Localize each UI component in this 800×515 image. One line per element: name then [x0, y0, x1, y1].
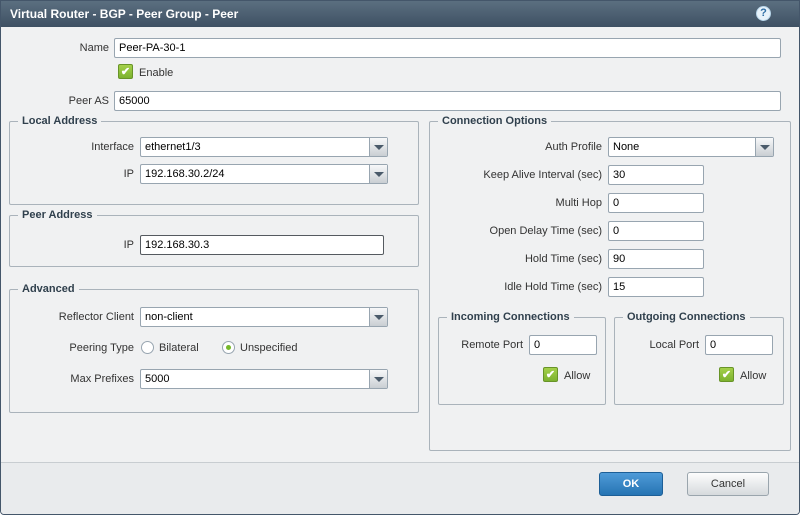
interface-label: Interface	[10, 137, 134, 157]
outgoing-connections-legend: Outgoing Connections	[623, 311, 750, 323]
chevron-down-icon[interactable]	[755, 138, 773, 156]
enable-checkbox[interactable]	[118, 64, 133, 79]
local-address-fieldset: Local Address Interface ethernet1/3 IP 1…	[9, 115, 419, 205]
peering-type-bilateral-label: Bilateral	[159, 340, 199, 356]
idle-hold-time-input[interactable]	[608, 277, 704, 297]
incoming-allow-label: Allow	[564, 368, 590, 384]
peering-type-label: Peering Type	[10, 338, 134, 358]
chevron-down-icon	[374, 172, 384, 177]
incoming-connections-legend: Incoming Connections	[447, 311, 574, 323]
keep-alive-input[interactable]	[608, 165, 704, 185]
open-delay-input[interactable]	[608, 221, 704, 241]
peer-as-input[interactable]	[114, 91, 781, 111]
local-port-input[interactable]	[705, 335, 773, 355]
hold-time-label: Hold Time (sec)	[430, 249, 602, 269]
help-icon[interactable]: ?	[756, 6, 771, 21]
local-ip-value: 192.168.30.2/24	[145, 165, 367, 183]
chevron-down-icon[interactable]	[369, 308, 387, 326]
incoming-connections-fieldset: Incoming Connections Remote Port Allow	[438, 311, 606, 405]
keep-alive-label: Keep Alive Interval (sec)	[430, 165, 602, 185]
reflector-client-dropdown[interactable]: non-client	[140, 307, 388, 327]
bgp-peer-dialog: Virtual Router - BGP - Peer Group - Peer…	[0, 0, 800, 515]
chevron-down-icon[interactable]	[369, 370, 387, 388]
multi-hop-label: Multi Hop	[430, 193, 602, 213]
chevron-down-icon	[374, 315, 384, 320]
chevron-down-icon[interactable]	[369, 165, 387, 183]
chevron-down-icon	[760, 145, 770, 150]
advanced-fieldset: Advanced Reflector Client non-client Pee…	[9, 283, 419, 413]
dialog-titlebar: Virtual Router - BGP - Peer Group - Peer…	[1, 1, 799, 27]
reflector-client-label: Reflector Client	[10, 307, 134, 327]
outgoing-allow-checkbox[interactable]	[719, 367, 734, 382]
local-ip-label: IP	[10, 164, 134, 184]
interface-dropdown[interactable]: ethernet1/3	[140, 137, 388, 157]
name-input[interactable]	[114, 38, 781, 58]
local-port-label: Local Port	[615, 335, 699, 355]
peering-type-bilateral-radio[interactable]	[141, 341, 154, 354]
interface-value: ethernet1/3	[145, 138, 367, 156]
dialog-footer: OK Cancel	[1, 462, 799, 515]
peering-type-unspecified-radio[interactable]	[222, 341, 235, 354]
open-delay-label: Open Delay Time (sec)	[430, 221, 602, 241]
auth-profile-dropdown[interactable]: None	[608, 137, 774, 157]
peer-address-fieldset: Peer Address IP	[9, 209, 419, 267]
chevron-down-icon	[374, 145, 384, 150]
max-prefixes-label: Max Prefixes	[10, 369, 134, 389]
local-ip-dropdown[interactable]: 192.168.30.2/24	[140, 164, 388, 184]
connection-options-fieldset: Connection Options Auth Profile None Kee…	[429, 115, 791, 451]
peer-ip-input[interactable]	[140, 235, 384, 255]
auth-profile-label: Auth Profile	[430, 137, 602, 157]
connection-options-legend: Connection Options	[438, 115, 551, 127]
advanced-legend: Advanced	[18, 283, 79, 295]
name-label: Name	[21, 38, 109, 58]
remote-port-label: Remote Port	[439, 335, 523, 355]
outgoing-connections-fieldset: Outgoing Connections Local Port Allow	[614, 311, 784, 405]
ok-button[interactable]: OK	[599, 472, 663, 496]
multi-hop-input[interactable]	[608, 193, 704, 213]
hold-time-input[interactable]	[608, 249, 704, 269]
cancel-button[interactable]: Cancel	[687, 472, 769, 496]
dialog-title: Virtual Router - BGP - Peer Group - Peer	[10, 7, 238, 21]
auth-profile-value: None	[613, 138, 753, 156]
outgoing-allow-label: Allow	[740, 368, 766, 384]
chevron-down-icon[interactable]	[369, 138, 387, 156]
enable-label: Enable	[139, 65, 173, 81]
peer-as-label: Peer AS	[21, 91, 109, 111]
peering-type-unspecified-label: Unspecified	[240, 340, 297, 356]
local-address-legend: Local Address	[18, 115, 101, 127]
chevron-down-icon	[374, 377, 384, 382]
reflector-client-value: non-client	[145, 308, 367, 326]
peer-ip-label: IP	[10, 235, 134, 255]
peer-address-legend: Peer Address	[18, 209, 97, 221]
idle-hold-time-label: Idle Hold Time (sec)	[430, 277, 602, 297]
max-prefixes-dropdown[interactable]: 5000	[140, 369, 388, 389]
incoming-allow-checkbox[interactable]	[543, 367, 558, 382]
max-prefixes-value: 5000	[145, 370, 367, 388]
remote-port-input[interactable]	[529, 335, 597, 355]
